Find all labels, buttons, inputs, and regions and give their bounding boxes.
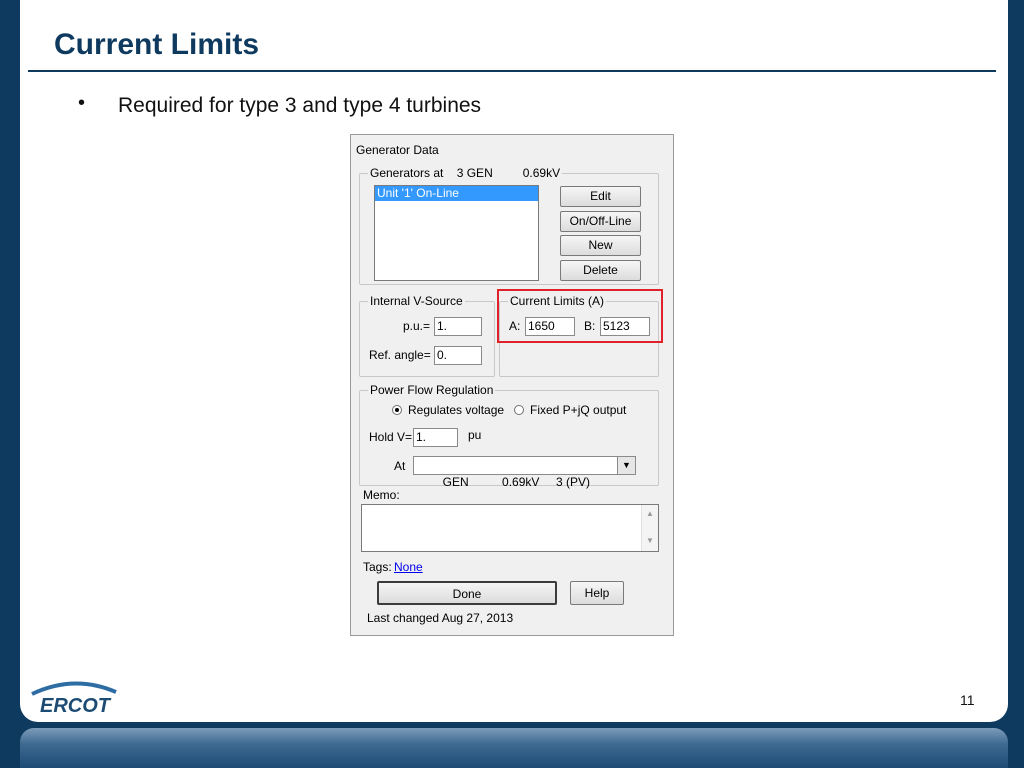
at-bus-value: GEN 0.69kV 3 (PV)	[442, 475, 591, 489]
last-changed-text: Last changed Aug 27, 2013	[367, 611, 514, 625]
footer-bar	[20, 728, 1008, 768]
pu-label: p.u.=	[403, 319, 431, 333]
new-button[interactable]: New	[560, 235, 641, 256]
internal-v-source-group: Internal V-Source p.u.= 1. Ref. angle= 0…	[359, 294, 495, 377]
at-label: At	[394, 459, 406, 473]
done-button[interactable]: Done	[377, 581, 557, 605]
power-flow-label: Power Flow Regulation	[368, 383, 496, 397]
hold-v-input[interactable]: 1.	[413, 428, 458, 447]
generators-list[interactable]: Unit '1' On-Line	[374, 185, 539, 281]
power-flow-group: Power Flow Regulation Regulates voltage …	[359, 383, 659, 489]
generators-group: Generators at 3 GEN 0.69kV Unit '1' On-L…	[359, 166, 659, 285]
bullet-marker: •	[78, 92, 86, 114]
pu-input[interactable]: 1.	[434, 317, 482, 336]
list-item[interactable]: Unit '1' On-Line	[375, 186, 538, 201]
title-divider	[28, 70, 996, 72]
slide: Current Limits • Required for type 3 and…	[20, 0, 1008, 722]
on-off-line-button[interactable]: On/Off-Line	[560, 211, 641, 232]
bullet-text: Required for type 3 and type 4 turbines	[118, 94, 482, 117]
hold-v-unit: pu	[468, 428, 482, 442]
generators-group-label: Generators at 3 GEN 0.69kV	[368, 166, 563, 180]
tags-label: Tags:	[363, 560, 392, 574]
help-button[interactable]: Help	[570, 581, 624, 605]
ref-angle-input[interactable]: 0.	[434, 346, 482, 365]
slide-title: Current Limits	[54, 28, 260, 61]
regulates-voltage-label[interactable]: Regulates voltage	[408, 403, 504, 417]
memo-label: Memo:	[363, 488, 400, 502]
scroll-up-icon[interactable]: ▲	[642, 509, 658, 518]
generator-data-dialog: Generator Data Generators at 3 GEN 0.69k…	[350, 134, 674, 636]
memo-textarea[interactable]: ▲ ▼	[361, 504, 659, 552]
dialog-title: Generator Data	[356, 143, 439, 157]
edit-button[interactable]: Edit	[560, 186, 641, 207]
svg-text:ERCOT: ERCOT	[40, 695, 112, 717]
at-bus-select[interactable]: GEN 0.69kV 3 (PV) ▼	[413, 456, 636, 489]
fixed-pq-radio[interactable]	[514, 405, 524, 415]
scroll-down-icon[interactable]: ▼	[642, 536, 658, 545]
internal-v-source-label: Internal V-Source	[368, 294, 465, 308]
memo-scrollbar[interactable]: ▲ ▼	[641, 505, 658, 551]
tags-link[interactable]: None	[394, 560, 423, 574]
ref-angle-label: Ref. angle=	[369, 348, 431, 362]
chevron-down-icon[interactable]: ▼	[617, 457, 635, 474]
page-number: 11	[960, 692, 975, 708]
ercot-logo: ERCOT	[31, 681, 117, 717]
highlight-box	[497, 289, 663, 343]
delete-button[interactable]: Delete	[560, 260, 641, 281]
regulates-voltage-radio[interactable]	[392, 405, 402, 415]
fixed-pq-label[interactable]: Fixed P+jQ output	[530, 403, 626, 417]
hold-v-label: Hold V=	[369, 430, 413, 444]
